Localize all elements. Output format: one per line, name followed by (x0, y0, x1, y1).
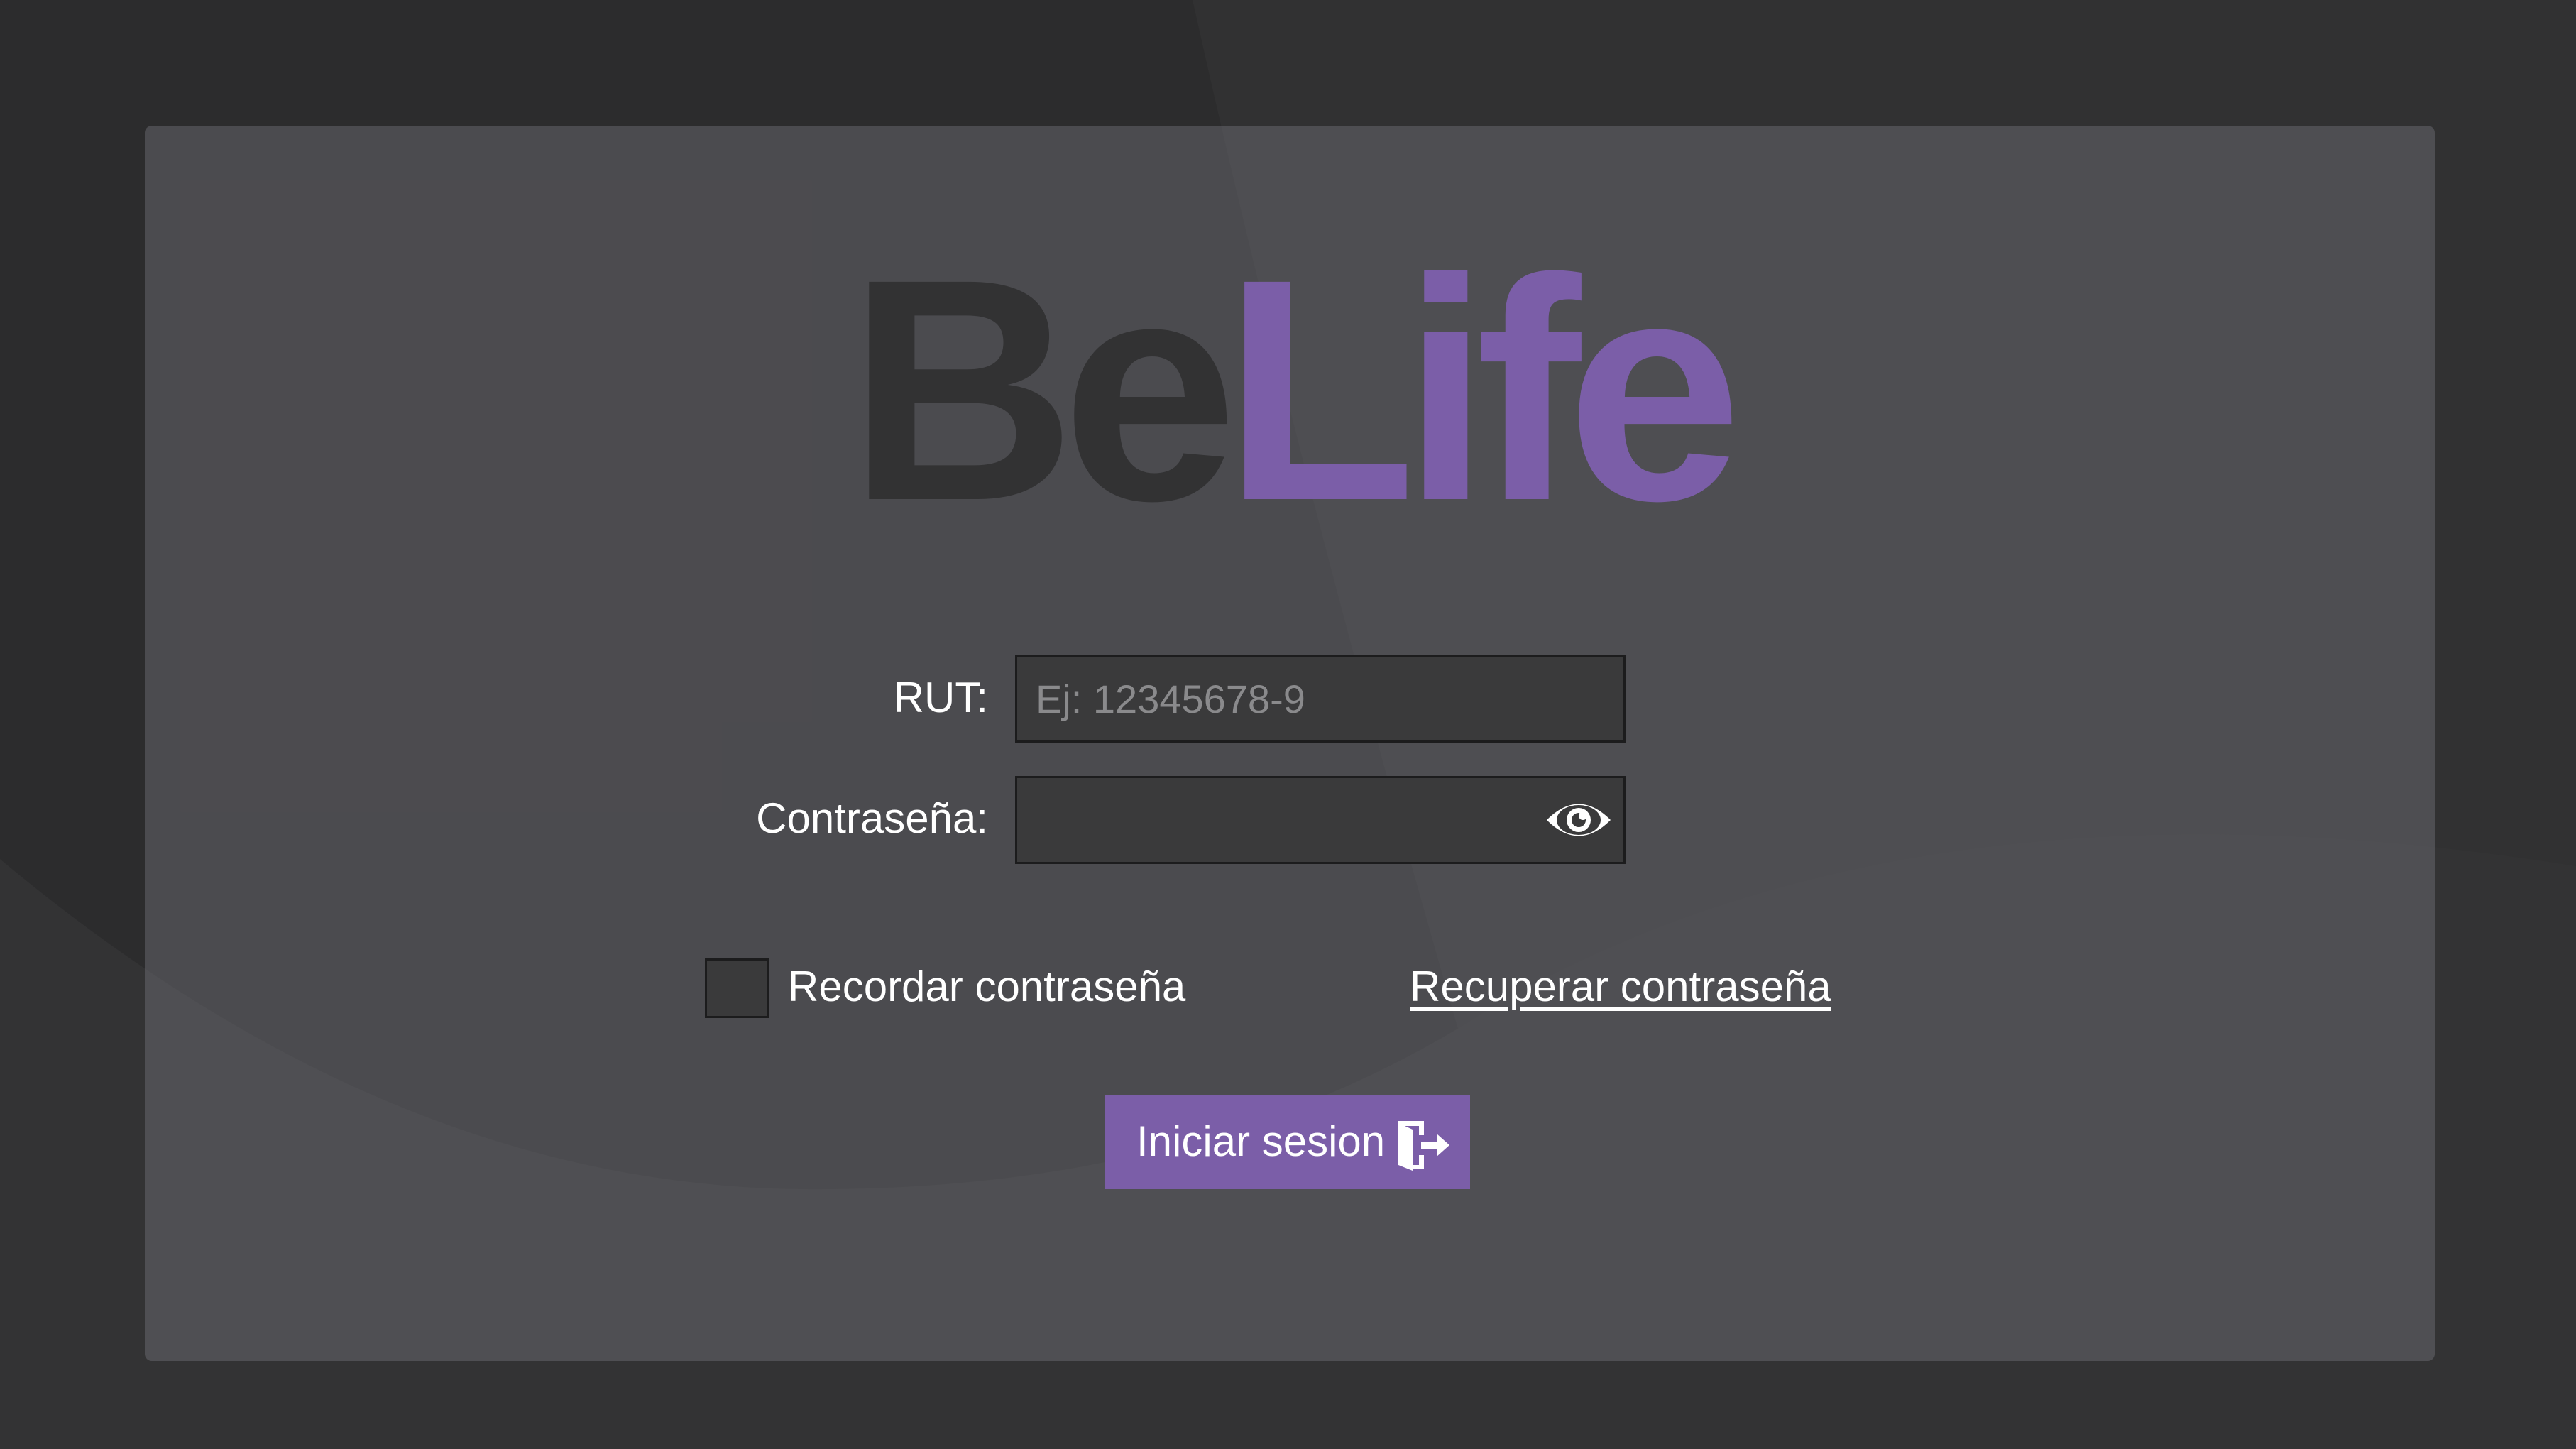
password-input[interactable] (1015, 776, 1626, 864)
login-door-icon (1398, 1121, 1449, 1171)
login-button-label: Iniciar sesion (1136, 1117, 1386, 1165)
brand-logo: BeLife (0, 232, 2576, 548)
brand-logo-part2: Life (1223, 214, 1742, 567)
password-label: Contraseña: (756, 794, 988, 842)
brand-logo-part1: Be (848, 214, 1238, 567)
recover-password-link[interactable]: Recuperar contraseña (1410, 962, 1831, 1011)
login-button[interactable]: Iniciar sesion (1105, 1095, 1470, 1189)
eye-icon[interactable] (1545, 797, 1613, 843)
rut-label: RUT: (893, 674, 988, 721)
rut-input[interactable] (1015, 655, 1626, 743)
remember-password-checkbox[interactable] (705, 958, 769, 1018)
remember-password-label: Recordar contraseña (788, 963, 1186, 1010)
